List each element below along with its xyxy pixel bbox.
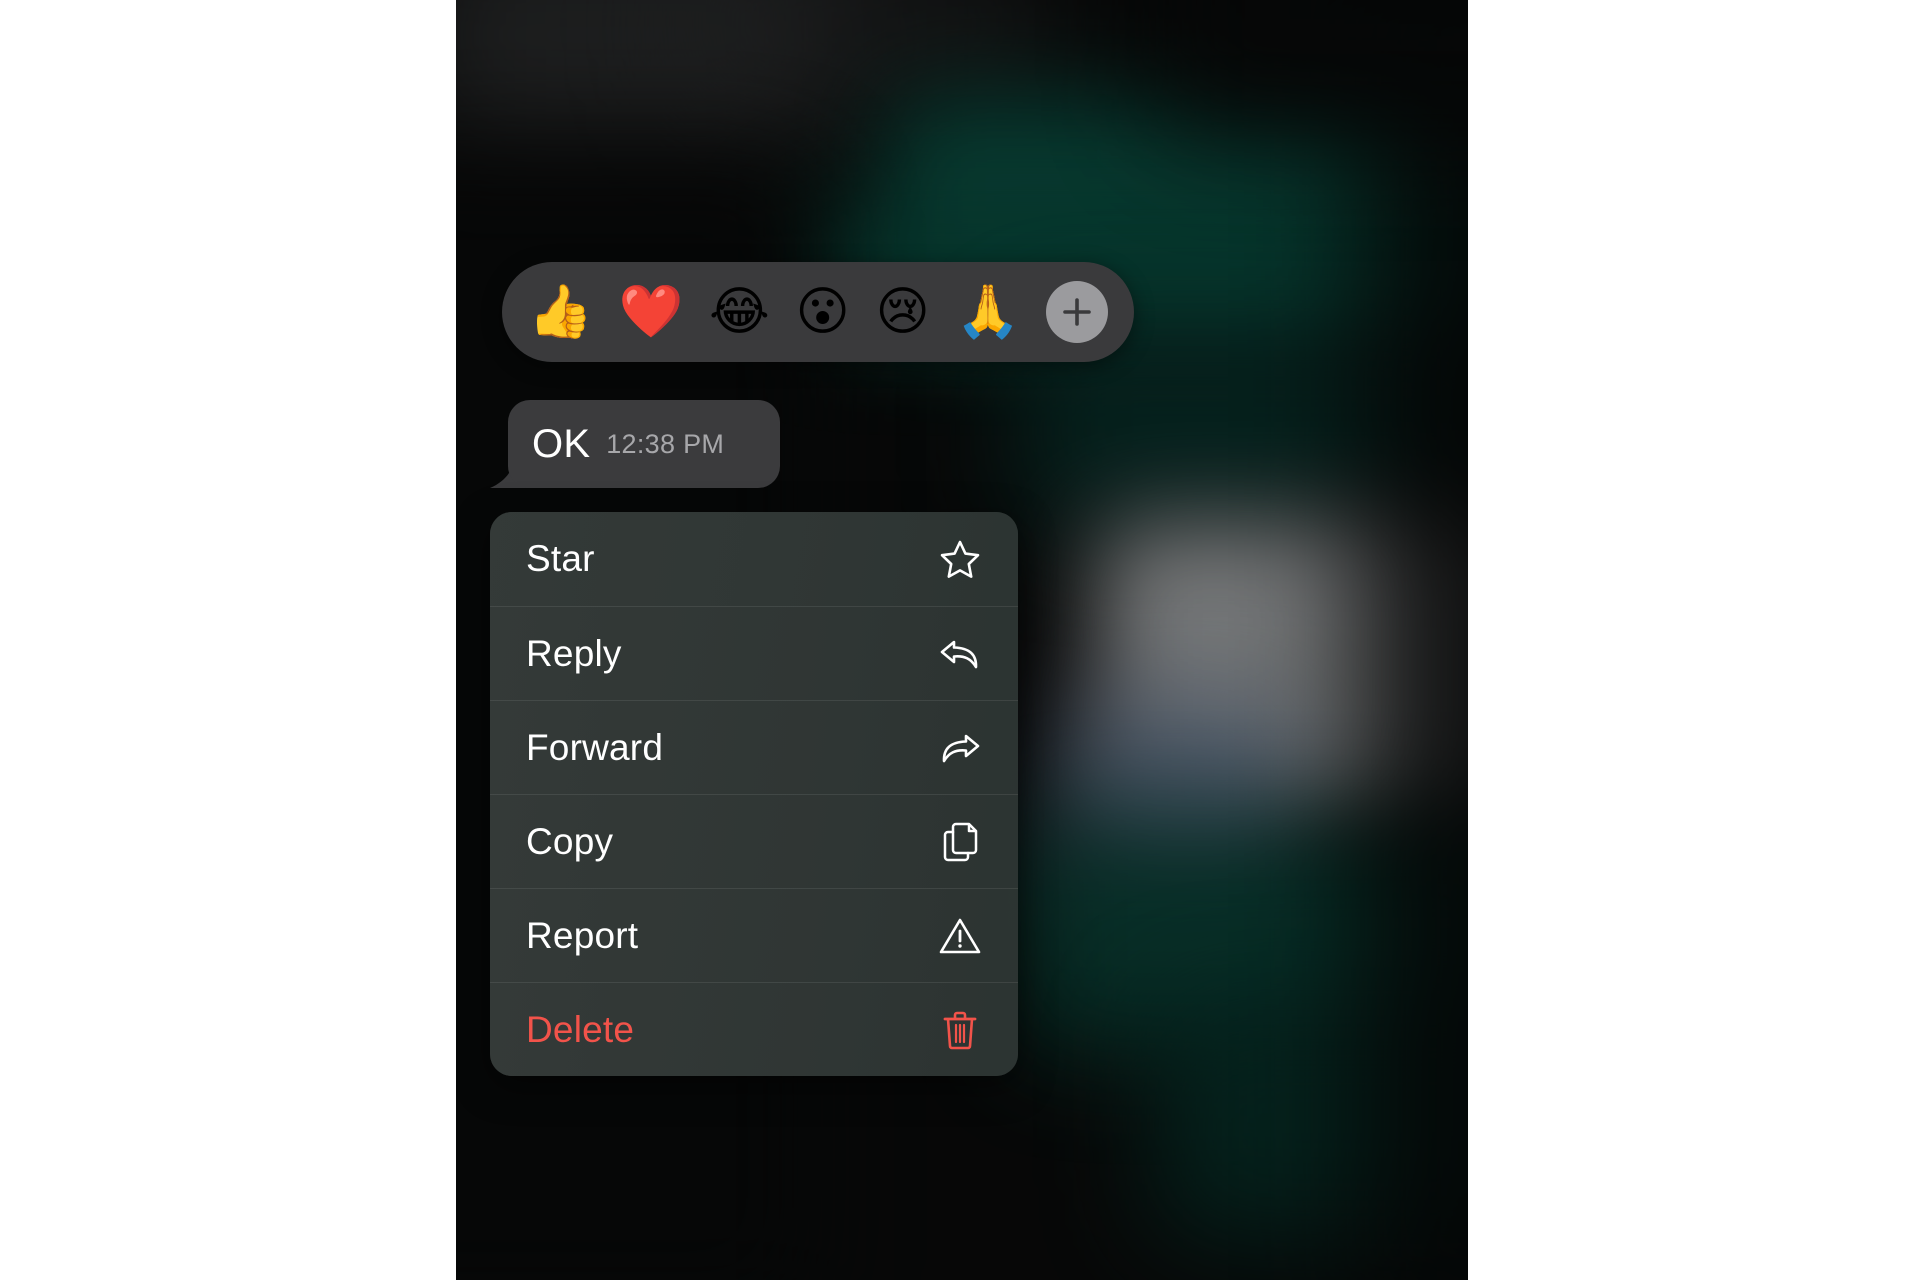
reply-icon: [938, 632, 982, 676]
crying-reaction[interactable]: 😢: [875, 286, 929, 338]
menu-item-label: Reply: [526, 632, 622, 674]
menu-item-delete[interactable]: Delete: [490, 982, 1018, 1076]
surprised-reaction[interactable]: 😮: [796, 286, 850, 338]
menu-item-label: Forward: [526, 726, 664, 768]
menu-item-label: Delete: [526, 1008, 635, 1050]
pray-reaction[interactable]: 🙏: [955, 286, 1020, 338]
star-icon: [938, 537, 982, 581]
menu-item-label: Report: [526, 914, 639, 956]
message-bubble[interactable]: OK 12:38 PM: [508, 400, 780, 488]
copy-icon: [938, 820, 982, 864]
message-timestamp: 12:38 PM: [606, 428, 725, 459]
menu-item-reply[interactable]: Reply: [490, 606, 1018, 700]
menu-item-forward[interactable]: Forward: [490, 700, 1018, 794]
message-bubble-container[interactable]: OK 12:38 PM: [490, 400, 780, 488]
menu-item-label: Copy: [526, 820, 614, 862]
menu-item-star[interactable]: Star: [490, 512, 1018, 606]
emoji-reaction-bar[interactable]: 👍 ❤️ 😂 😮 😢 🙏: [502, 262, 1134, 362]
warning-icon: [938, 914, 982, 958]
menu-item-copy[interactable]: Copy: [490, 794, 1018, 888]
menu-item-label: Star: [526, 538, 595, 579]
plus-icon: [1060, 295, 1094, 329]
heart-reaction[interactable]: ❤️: [619, 286, 684, 338]
screenshot-canvas: 👍 ❤️ 😂 😮 😢 🙏 OK 12:38 PM Star Reply Forw…: [0, 0, 1920, 1280]
trash-icon: [938, 1008, 982, 1052]
message-text: OK: [532, 421, 591, 466]
message-context-menu[interactable]: Star Reply Forward Copy Report Delete: [490, 512, 1018, 1076]
phone-screen: 👍 ❤️ 😂 😮 😢 🙏 OK 12:38 PM Star Reply Forw…: [456, 0, 1468, 1280]
thumbs-up-reaction[interactable]: 👍: [528, 286, 593, 338]
menu-item-report[interactable]: Report: [490, 888, 1018, 982]
add-reaction-button[interactable]: [1045, 281, 1108, 343]
forward-icon: [938, 726, 982, 770]
laughing-reaction[interactable]: 😂: [709, 286, 770, 338]
